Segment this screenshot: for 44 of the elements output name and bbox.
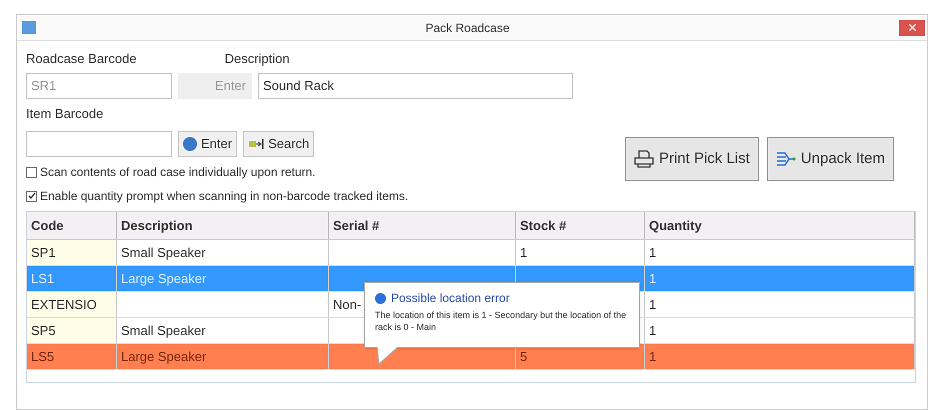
table-cell: 1 <box>645 240 915 265</box>
info-icon <box>375 292 386 304</box>
arrow-icon <box>248 138 264 150</box>
checkbox-label: Scan contents of road case individually upon return. <box>40 164 316 181</box>
tooltip-title: Possible location error <box>391 290 510 307</box>
window-title: Pack Roadcase <box>424 20 511 36</box>
table-cell: LS1 <box>27 266 117 291</box>
field-label: Item Barcode <box>26 104 104 122</box>
column-header[interactable]: Description <box>117 212 329 239</box>
unpack-button[interactable]: Unpack Item <box>766 137 894 181</box>
table-row[interactable]: LS5 Large Speaker 5 1 <box>27 344 915 370</box>
column-header[interactable]: Stock # <box>516 212 645 239</box>
table-cell: EXTENSIO <box>27 292 117 317</box>
arrow-lines-icon <box>776 151 796 167</box>
table-cell: Small Speaker <box>117 240 329 265</box>
print-button[interactable]: Print Pick List <box>624 137 759 181</box>
table-cell: 1 <box>645 344 915 369</box>
checkbox[interactable] <box>26 190 37 202</box>
search-button[interactable]: Search <box>243 131 314 157</box>
table-cell: SP1 <box>27 240 117 265</box>
checkbox[interactable] <box>26 166 37 178</box>
table-cell: 1 <box>645 292 915 317</box>
table-cell: 1 <box>645 318 915 343</box>
table-cell: 1 <box>645 266 915 291</box>
input-field[interactable]: Sound Rack <box>258 72 573 98</box>
column-header[interactable]: Serial # <box>329 212 516 239</box>
close-icon <box>908 24 916 31</box>
table-row[interactable]: SP1 Small Speaker 1 1 <box>27 240 915 266</box>
table-cell: SP5 <box>27 318 117 343</box>
table-cell: Small Speaker <box>117 318 329 343</box>
table-cell: 1 <box>516 240 645 265</box>
field-label: Description <box>224 50 290 68</box>
table-cell: LS5 <box>27 344 117 369</box>
printer-icon <box>634 150 654 168</box>
app-icon <box>22 21 36 34</box>
table-cell: Large Speaker <box>117 344 329 369</box>
field-label: Roadcase Barcode <box>26 50 137 68</box>
input-field[interactable] <box>26 131 172 157</box>
column-header[interactable]: Quantity <box>645 212 915 239</box>
checkbox-label: Enable quantity prompt when scanning in non-barcode tracked items. <box>40 188 408 205</box>
table-cell: Large Speaker <box>117 266 329 291</box>
close-button[interactable] <box>899 20 925 36</box>
column-header[interactable]: Code <box>27 212 117 239</box>
enter-button[interactable]: Enter <box>178 131 238 157</box>
